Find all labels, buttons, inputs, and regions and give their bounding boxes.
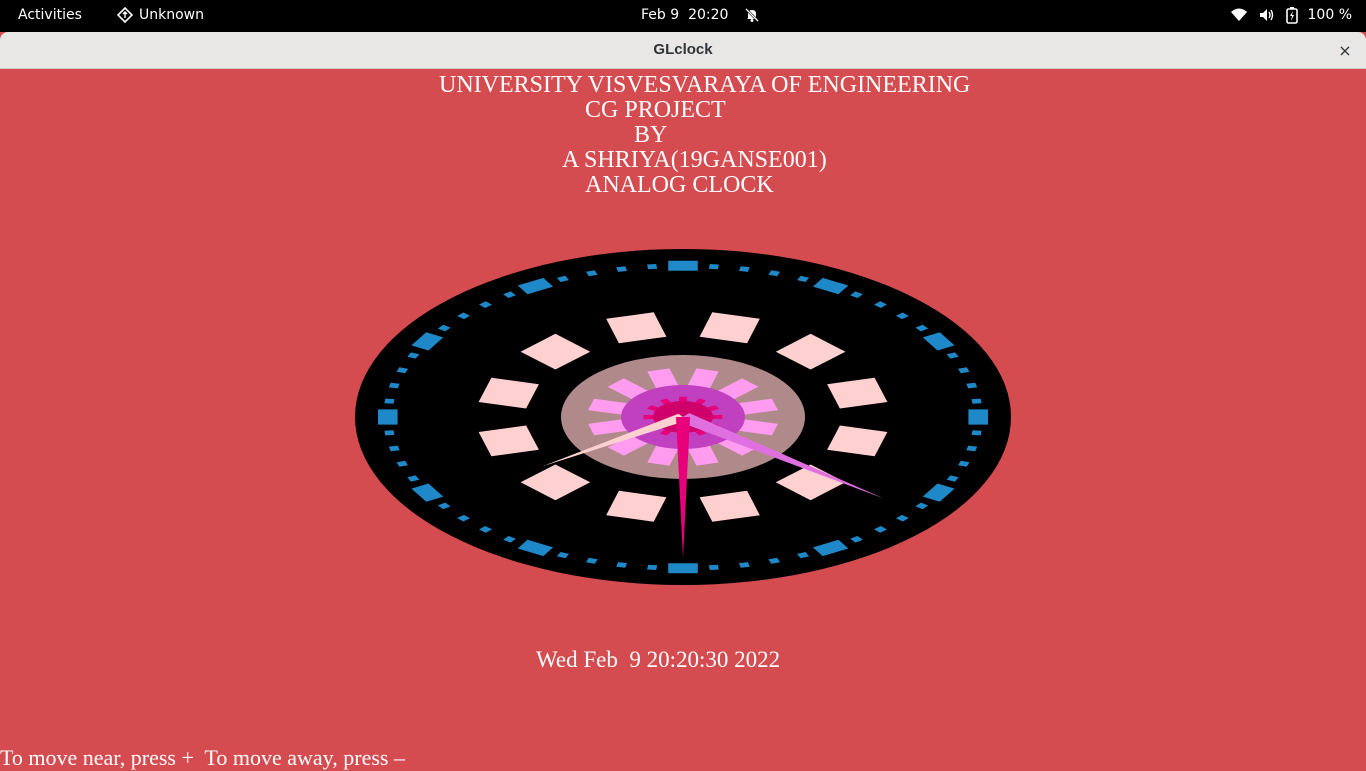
- hour-marker: [668, 260, 698, 271]
- gl-canvas[interactable]: UNIVERSITY VISVESVARAYA OF ENGINEERING C…: [0, 69, 1366, 770]
- app-menu[interactable]: Unknown: [117, 7, 204, 23]
- minute-marker: [616, 562, 628, 568]
- close-button[interactable]: ×: [1334, 39, 1356, 61]
- activities-button[interactable]: Activities: [18, 7, 82, 23]
- minute-marker: [708, 564, 719, 570]
- top-bar: Activities Unknown Feb 9 20:20 100 %: [0, 0, 1366, 32]
- minute-marker: [384, 398, 395, 404]
- minute-marker: [647, 564, 658, 570]
- minute-marker: [738, 562, 750, 568]
- app-menu-label: Unknown: [139, 7, 204, 23]
- hour-marker: [378, 409, 398, 425]
- datetime-readout: Wed Feb 9 20:20:30 2022: [536, 647, 781, 672]
- hour-marker: [668, 563, 698, 574]
- minute-marker: [971, 430, 982, 436]
- datetime-menu[interactable]: Feb 9 20:20: [641, 7, 760, 23]
- window-title: GLclock: [653, 41, 713, 58]
- window-titlebar[interactable]: GLclock ×: [0, 32, 1366, 69]
- minute-marker: [388, 382, 400, 389]
- minute-marker: [738, 266, 750, 272]
- wifi-icon: [1230, 7, 1248, 23]
- minute-marker: [966, 382, 978, 389]
- system-tray[interactable]: 100 %: [1230, 6, 1352, 24]
- close-icon: ×: [1338, 40, 1352, 60]
- volume-icon: [1258, 7, 1276, 23]
- notifications-muted-icon: [744, 7, 760, 23]
- instructions-text: To move near, press + To move away, pres…: [0, 745, 405, 770]
- hour-marker: [968, 409, 988, 425]
- minute-marker: [647, 264, 658, 270]
- minute-marker: [616, 266, 628, 272]
- minute-marker: [966, 445, 978, 452]
- minute-marker: [971, 398, 982, 404]
- minute-marker: [708, 264, 719, 270]
- battery-icon: [1285, 6, 1298, 24]
- battery-percentage: 100 %: [1307, 7, 1352, 23]
- app-diamond-icon: [117, 7, 133, 23]
- minute-marker: [384, 430, 395, 436]
- minute-marker: [388, 445, 400, 452]
- topbar-datetime: Feb 9 20:20: [641, 7, 729, 23]
